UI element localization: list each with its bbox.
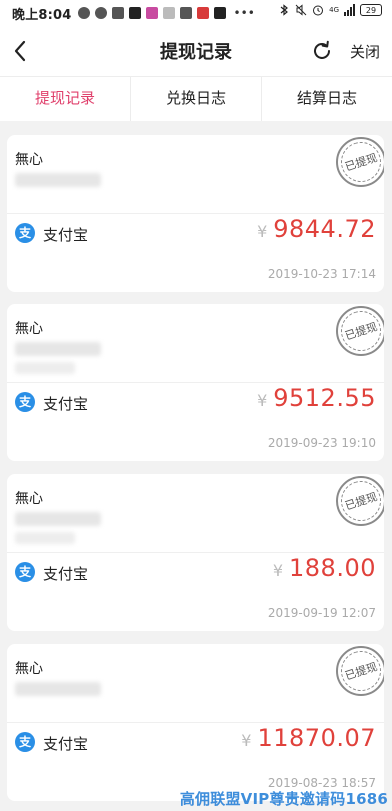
alipay-icon: 支 <box>15 392 35 412</box>
page: 晚上8:04 ••• 4G 29 提现记录 关闭 提现记录 兑换日志 结算日志 … <box>0 0 392 811</box>
wechat-icon <box>77 7 90 19</box>
tiktok-icon <box>213 7 226 19</box>
redacted-info <box>15 173 101 187</box>
payment-method: 支付宝 <box>43 735 89 753</box>
currency-symbol: ¥ <box>272 561 284 580</box>
withdraw-time: 2019-09-19 12:07 <box>267 606 376 620</box>
payment-method: 支付宝 <box>43 565 89 583</box>
network-type: 4G <box>329 5 339 14</box>
notification-icons <box>77 7 226 19</box>
payment-method: 支付宝 <box>43 226 89 244</box>
withdraw-amount: 9512.55 <box>273 384 376 412</box>
alarm-icon <box>313 5 324 16</box>
redacted-info <box>15 532 75 544</box>
taobao-icon <box>179 7 192 19</box>
withdraw-record-card[interactable]: 無心 已提现 支 支付宝 ¥ 11870.07 2019-08-23 18:57 <box>7 644 384 801</box>
payment-method: 支付宝 <box>43 395 89 413</box>
withdraw-amount: 11870.07 <box>257 724 376 752</box>
signal-icon <box>344 4 355 16</box>
app-icon <box>162 7 175 19</box>
alipay-icon: 支 <box>15 223 35 243</box>
account-name: 無心 <box>15 661 43 677</box>
amount-row: ¥ 188.00 <box>273 554 376 582</box>
redacted-info <box>15 512 101 526</box>
withdraw-time: 2019-10-23 17:14 <box>267 267 376 281</box>
alipay-icon: 支 <box>15 562 35 582</box>
account-name: 無心 <box>15 321 43 337</box>
tab-settlement-log[interactable]: 结算日志 <box>262 77 392 121</box>
withdraw-record-card[interactable]: 無心 已提现 支 支付宝 ¥ 9844.72 2019-10-23 17:14 <box>7 135 384 292</box>
amount-row: ¥ 11870.07 <box>241 724 376 752</box>
divider <box>7 213 384 214</box>
refresh-icon[interactable] <box>310 39 334 63</box>
battery-icon: 29 <box>360 4 382 16</box>
divider <box>7 722 384 723</box>
close-button[interactable]: 关闭 <box>350 41 380 62</box>
withdraw-amount: 9844.72 <box>273 215 376 243</box>
divider <box>7 552 384 553</box>
divider <box>7 382 384 383</box>
withdraw-amount: 188.00 <box>289 554 376 582</box>
redacted-info <box>15 342 101 356</box>
more-notifications-icon: ••• <box>233 6 255 20</box>
tab-exchange-log[interactable]: 兑换日志 <box>131 77 262 121</box>
status-bar: 晚上8:04 ••• 4G 29 <box>0 0 392 26</box>
redacted-info <box>15 362 75 374</box>
amount-row: ¥ 9844.72 <box>257 215 376 243</box>
alipay-icon: 支 <box>15 732 35 752</box>
app-icon <box>145 7 158 19</box>
account-name: 無心 <box>15 491 43 507</box>
amount-row: ¥ 9512.55 <box>257 384 376 412</box>
account-name: 無心 <box>15 152 43 168</box>
tab-withdraw-records[interactable]: 提现记录 <box>0 77 131 121</box>
tab-bar: 提现记录 兑换日志 结算日志 <box>0 76 392 121</box>
umbrella-icon <box>196 7 209 19</box>
withdrawn-stamp: 已提现 <box>335 475 384 527</box>
withdrawn-stamp: 已提现 <box>335 305 384 357</box>
currency-symbol: ¥ <box>241 731 252 750</box>
bluetooth-icon <box>280 4 289 16</box>
system-icons: 4G 29 <box>278 4 382 16</box>
withdrawn-stamp: 已提现 <box>335 136 384 188</box>
mute-icon <box>295 4 307 16</box>
bag-icon <box>128 7 141 19</box>
withdraw-record-card[interactable]: 無心 已提现 支 支付宝 ¥ 9512.55 2019-09-23 19:10 <box>7 304 384 461</box>
currency-symbol: ¥ <box>257 391 268 410</box>
redacted-info <box>15 682 101 696</box>
header: 提现记录 关闭 <box>0 26 392 76</box>
currency-symbol: ¥ <box>257 222 268 241</box>
shopping-bag-icon <box>111 7 124 19</box>
watermark-text: 高佣联盟VIP尊贵邀请码1686 <box>179 790 388 808</box>
wechat-icon <box>94 7 107 19</box>
withdraw-time: 2019-09-23 19:10 <box>267 436 376 450</box>
withdrawn-stamp: 已提现 <box>335 645 384 697</box>
withdraw-record-card[interactable]: 無心 已提现 支 支付宝 ¥ 188.00 2019-09-19 12:07 <box>7 474 384 631</box>
status-time: 晚上8:04 <box>12 7 72 23</box>
